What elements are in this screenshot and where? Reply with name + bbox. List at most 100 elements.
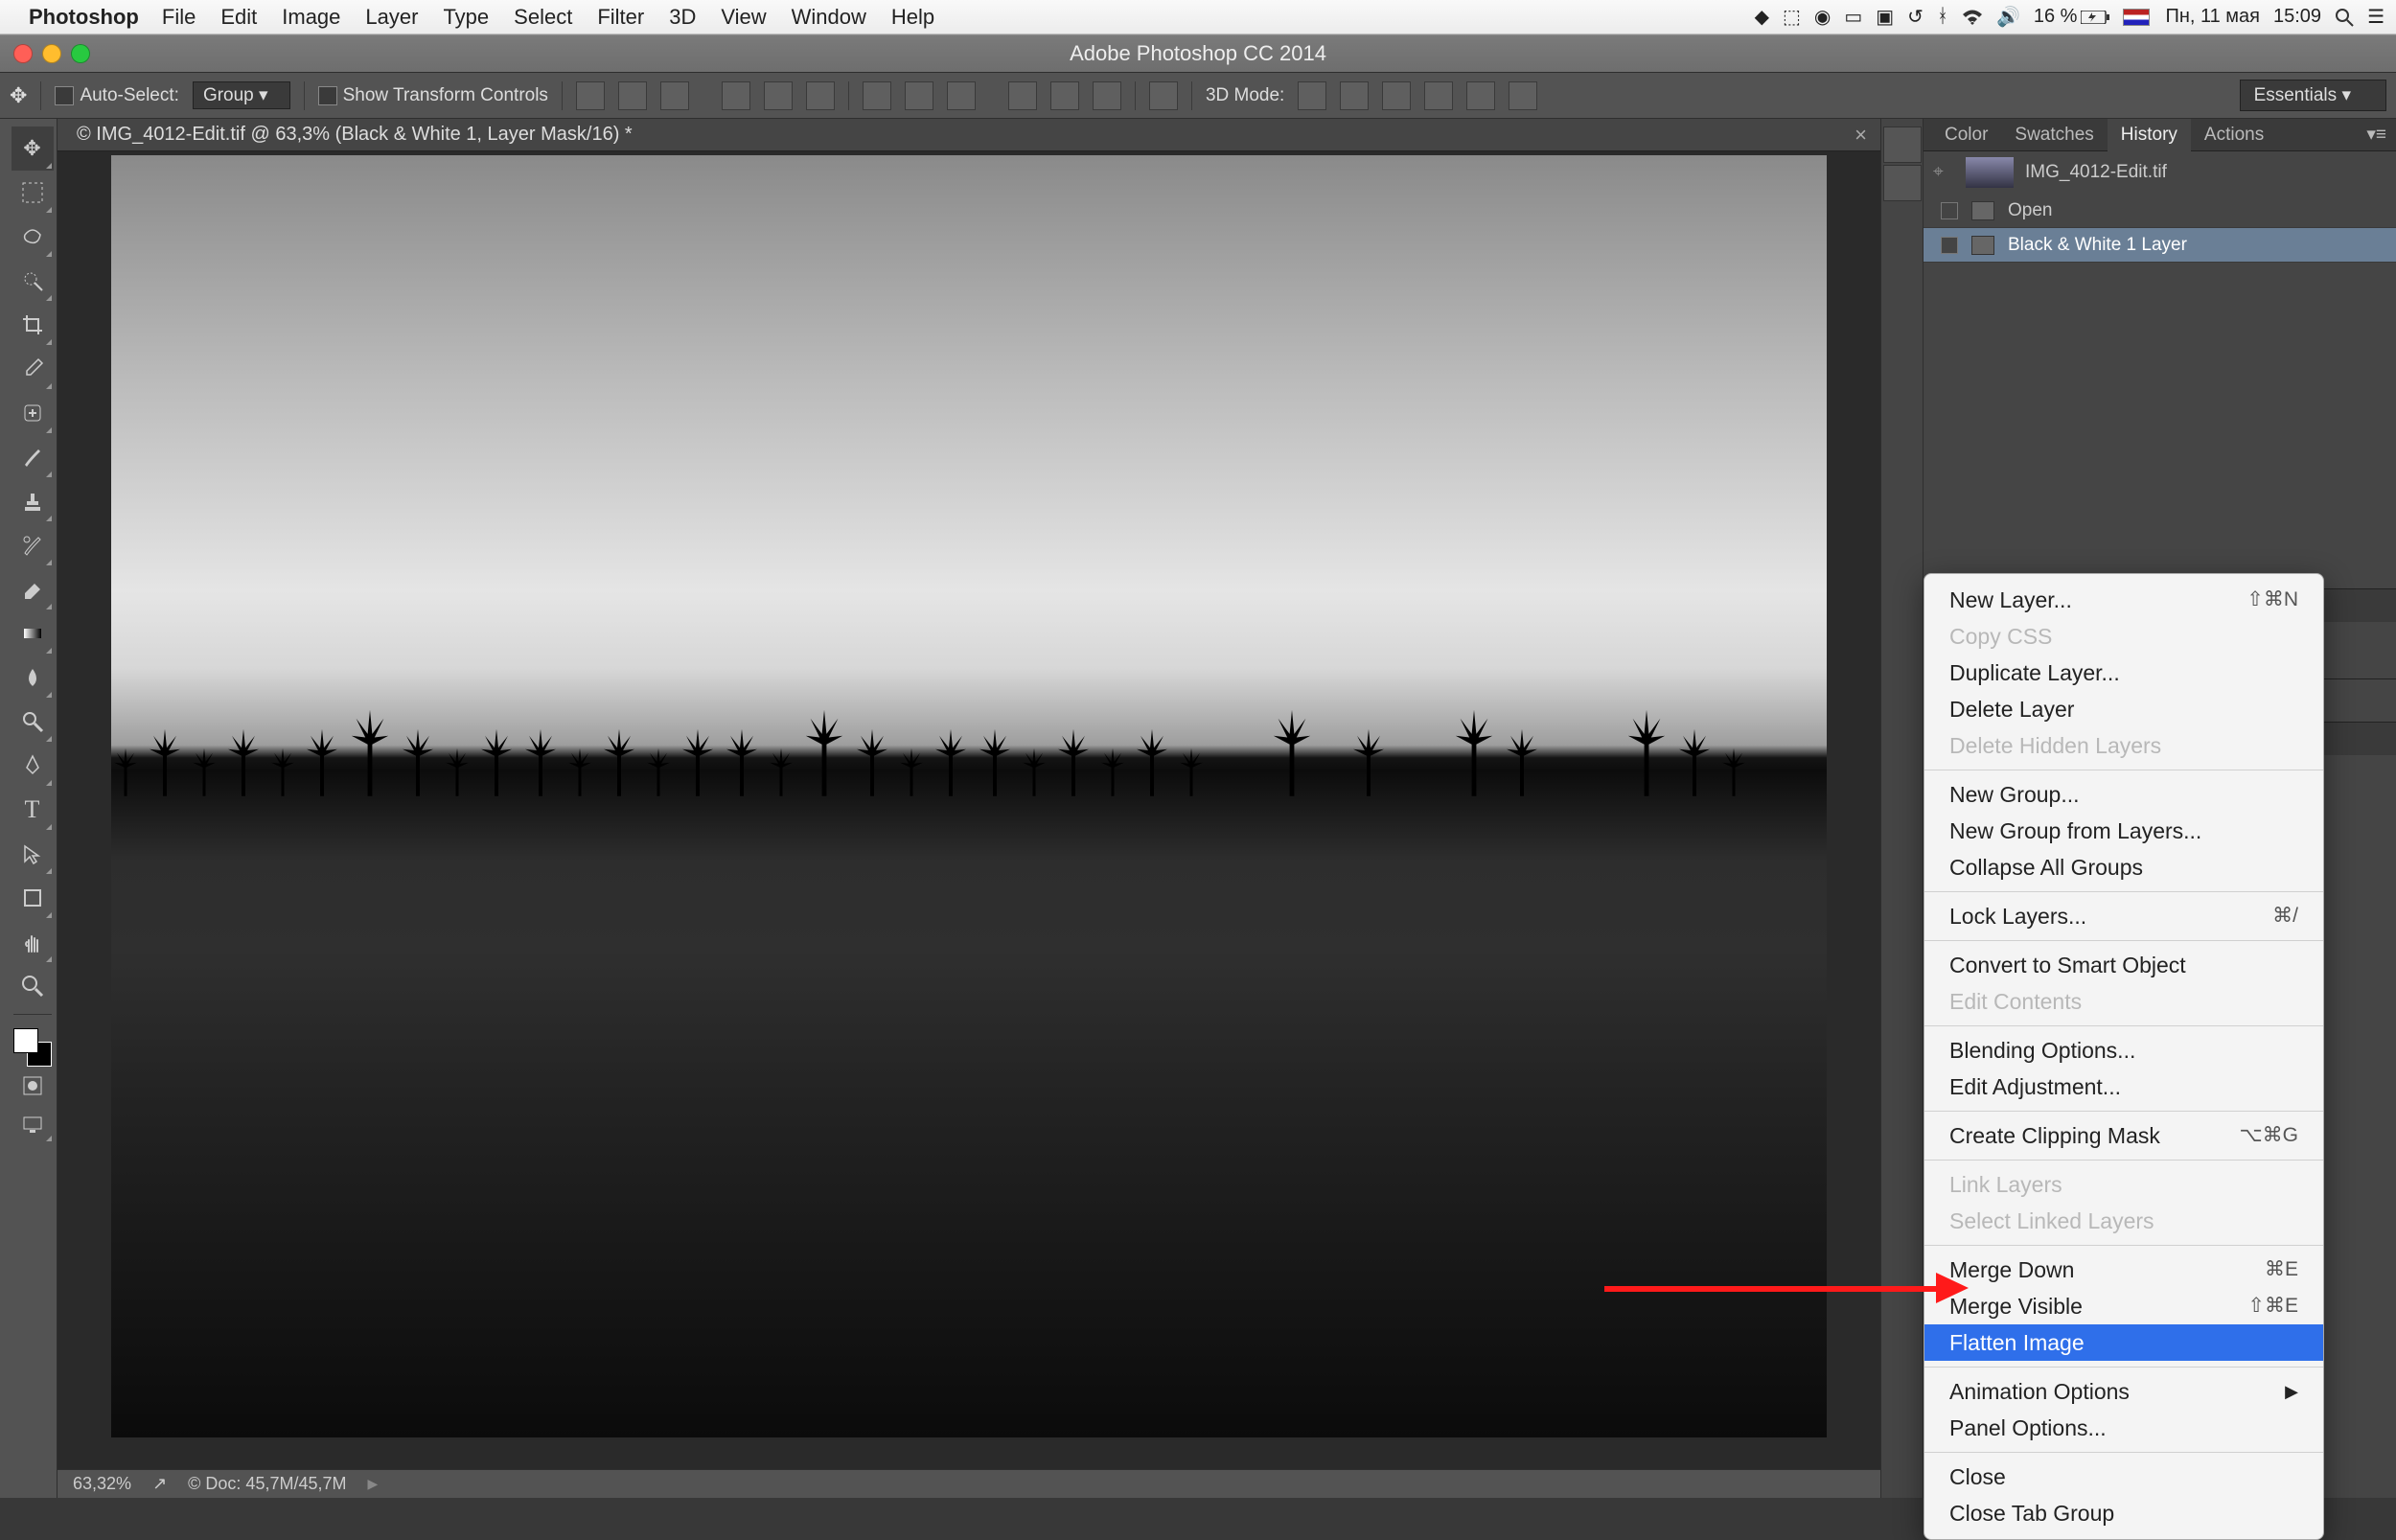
pen-tool[interactable] (12, 744, 54, 788)
menu-item-flatten-image[interactable]: Flatten Image (1924, 1324, 2323, 1361)
zoom-level[interactable]: 63,32% (73, 1474, 131, 1494)
doc-size[interactable]: © Doc: 45,7M/45,7M (188, 1474, 346, 1494)
3d-roll-icon[interactable] (1340, 81, 1369, 110)
volume-icon[interactable]: 🔊 (1996, 5, 2020, 29)
cc-icon[interactable]: ◉ (1814, 5, 1831, 29)
quick-mask-tool[interactable] (12, 1067, 54, 1105)
tab-actions[interactable]: Actions (2191, 119, 2277, 151)
history-item[interactable]: Open (1924, 194, 2396, 228)
blur-tool[interactable] (12, 655, 54, 700)
zoom-window-button[interactable] (71, 44, 90, 63)
brush-tool[interactable] (12, 435, 54, 479)
path-select-tool[interactable] (12, 832, 54, 876)
3d-orbit-icon[interactable] (1298, 81, 1326, 110)
menu-type[interactable]: Type (443, 5, 489, 30)
bluetooth-icon[interactable]: ᚼ (1937, 6, 1948, 28)
auto-select-dropdown[interactable]: Group ▾ (193, 81, 290, 109)
airplay-icon[interactable]: ▣ (1876, 5, 1894, 29)
eyedropper-tool[interactable] (12, 347, 54, 391)
menu-file[interactable]: File (162, 5, 196, 30)
evernote-icon[interactable]: ◆ (1755, 5, 1769, 29)
shape-tool[interactable] (12, 876, 54, 920)
menu-item-duplicate-layer[interactable]: Duplicate Layer... (1924, 655, 2323, 691)
align-top-icon[interactable] (576, 81, 605, 110)
distribute-bottom-icon[interactable] (947, 81, 976, 110)
canvas[interactable] (58, 151, 1880, 1469)
menu-filter[interactable]: Filter (597, 5, 644, 30)
menu-item-new-layer[interactable]: New Layer...⇧⌘N (1924, 582, 2323, 618)
close-window-button[interactable] (13, 44, 33, 63)
eraser-tool[interactable] (12, 567, 54, 611)
quick-select-tool[interactable] (12, 259, 54, 303)
menu-item-merge-visible[interactable]: Merge Visible⇧⌘E (1924, 1288, 2323, 1324)
align-vcenter-icon[interactable] (618, 81, 647, 110)
input-source[interactable] (2123, 9, 2152, 26)
auto-select-checkbox[interactable]: Auto-Select: (55, 85, 179, 106)
align-left-icon[interactable] (722, 81, 750, 110)
show-transform-checkbox[interactable]: Show Transform Controls (318, 85, 548, 106)
auto-align-icon[interactable] (1149, 81, 1178, 110)
tab-history[interactable]: History (2108, 119, 2191, 151)
menu-item-convert-to-smart-object[interactable]: Convert to Smart Object (1924, 947, 2323, 983)
menu-image[interactable]: Image (282, 5, 340, 30)
timemachine-icon[interactable]: ↺ (1907, 5, 1924, 29)
crop-tool[interactable] (12, 303, 54, 347)
collapsed-panel-icon[interactable] (1883, 126, 1922, 163)
menu-item-blending-options[interactable]: Blending Options... (1924, 1032, 2323, 1069)
hand-tool[interactable] (12, 920, 54, 964)
menu-item-panel-options[interactable]: Panel Options... (1924, 1410, 2323, 1446)
gradient-tool[interactable] (12, 611, 54, 655)
menu-edit[interactable]: Edit (220, 5, 257, 30)
close-tab-icon[interactable]: × (1855, 123, 1867, 148)
lasso-tool[interactable] (12, 215, 54, 259)
healing-tool[interactable] (12, 391, 54, 435)
menu-item-lock-layers[interactable]: Lock Layers...⌘/ (1924, 898, 2323, 934)
export-icon[interactable]: ↗ (152, 1474, 167, 1494)
time-display[interactable]: 15:09 (2273, 6, 2321, 28)
spotlight-icon[interactable] (2335, 8, 2354, 27)
menu-layer[interactable]: Layer (365, 5, 418, 30)
distribute-right-icon[interactable] (1093, 81, 1121, 110)
workspace-dropdown[interactable]: Essentials ▾ (2240, 80, 2386, 111)
align-right-icon[interactable] (806, 81, 835, 110)
menu-select[interactable]: Select (514, 5, 572, 30)
history-item-selected[interactable]: Black & White 1 Layer (1924, 228, 2396, 263)
menu-window[interactable]: Window (792, 5, 866, 30)
menu-item-animation-options[interactable]: Animation Options▶ (1924, 1373, 2323, 1410)
menu-item-create-clipping-mask[interactable]: Create Clipping Mask⌥⌘G (1924, 1117, 2323, 1154)
menu-item-collapse-all-groups[interactable]: Collapse All Groups (1924, 849, 2323, 885)
menu-item-new-group[interactable]: New Group... (1924, 776, 2323, 813)
panel-menu-icon[interactable]: ▾≡ (2357, 124, 2396, 146)
history-brush-tool[interactable] (12, 523, 54, 567)
dropbox-icon[interactable]: ⬚ (1783, 5, 1801, 29)
display-icon[interactable]: ▭ (1844, 5, 1862, 29)
menu-item-edit-adjustment[interactable]: Edit Adjustment... (1924, 1069, 2323, 1105)
3d-pan-icon[interactable] (1382, 81, 1411, 110)
distribute-hcenter-icon[interactable] (1050, 81, 1079, 110)
menu-item-new-group-from-layers[interactable]: New Group from Layers... (1924, 813, 2323, 849)
menu-help[interactable]: Help (891, 5, 934, 30)
history-snapshot[interactable]: ⌖ IMG_4012-Edit.tif (1924, 151, 2396, 194)
menu-item-delete-layer[interactable]: Delete Layer (1924, 691, 2323, 727)
distribute-left-icon[interactable] (1008, 81, 1037, 110)
minimize-window-button[interactable] (42, 44, 61, 63)
menu-item-close-tab-group[interactable]: Close Tab Group (1924, 1495, 2323, 1531)
document-tab[interactable]: © IMG_4012-Edit.tif @ 63,3% (Black & Whi… (58, 119, 1880, 151)
3d-scale-icon[interactable] (1466, 81, 1495, 110)
zoom-tool[interactable] (12, 964, 54, 1008)
type-tool[interactable]: T (12, 788, 54, 832)
tab-swatches[interactable]: Swatches (2001, 119, 2107, 151)
status-more-icon[interactable]: ▶ (368, 1476, 379, 1492)
move-tool[interactable]: ✥ (12, 126, 54, 171)
battery-status[interactable]: 16 % (2034, 6, 2110, 28)
3d-camera-icon[interactable] (1509, 81, 1537, 110)
menu-item-close[interactable]: Close (1924, 1459, 2323, 1495)
notification-icon[interactable]: ☰ (2367, 5, 2384, 29)
marquee-tool[interactable] (12, 171, 54, 215)
history-brush-source-icon[interactable]: ⌖ (1933, 162, 1954, 183)
menu-3d[interactable]: 3D (669, 5, 696, 30)
color-swatches[interactable] (13, 1028, 52, 1067)
app-menu[interactable]: Photoshop (29, 5, 139, 30)
distribute-vcenter-icon[interactable] (905, 81, 933, 110)
3d-slide-icon[interactable] (1424, 81, 1453, 110)
